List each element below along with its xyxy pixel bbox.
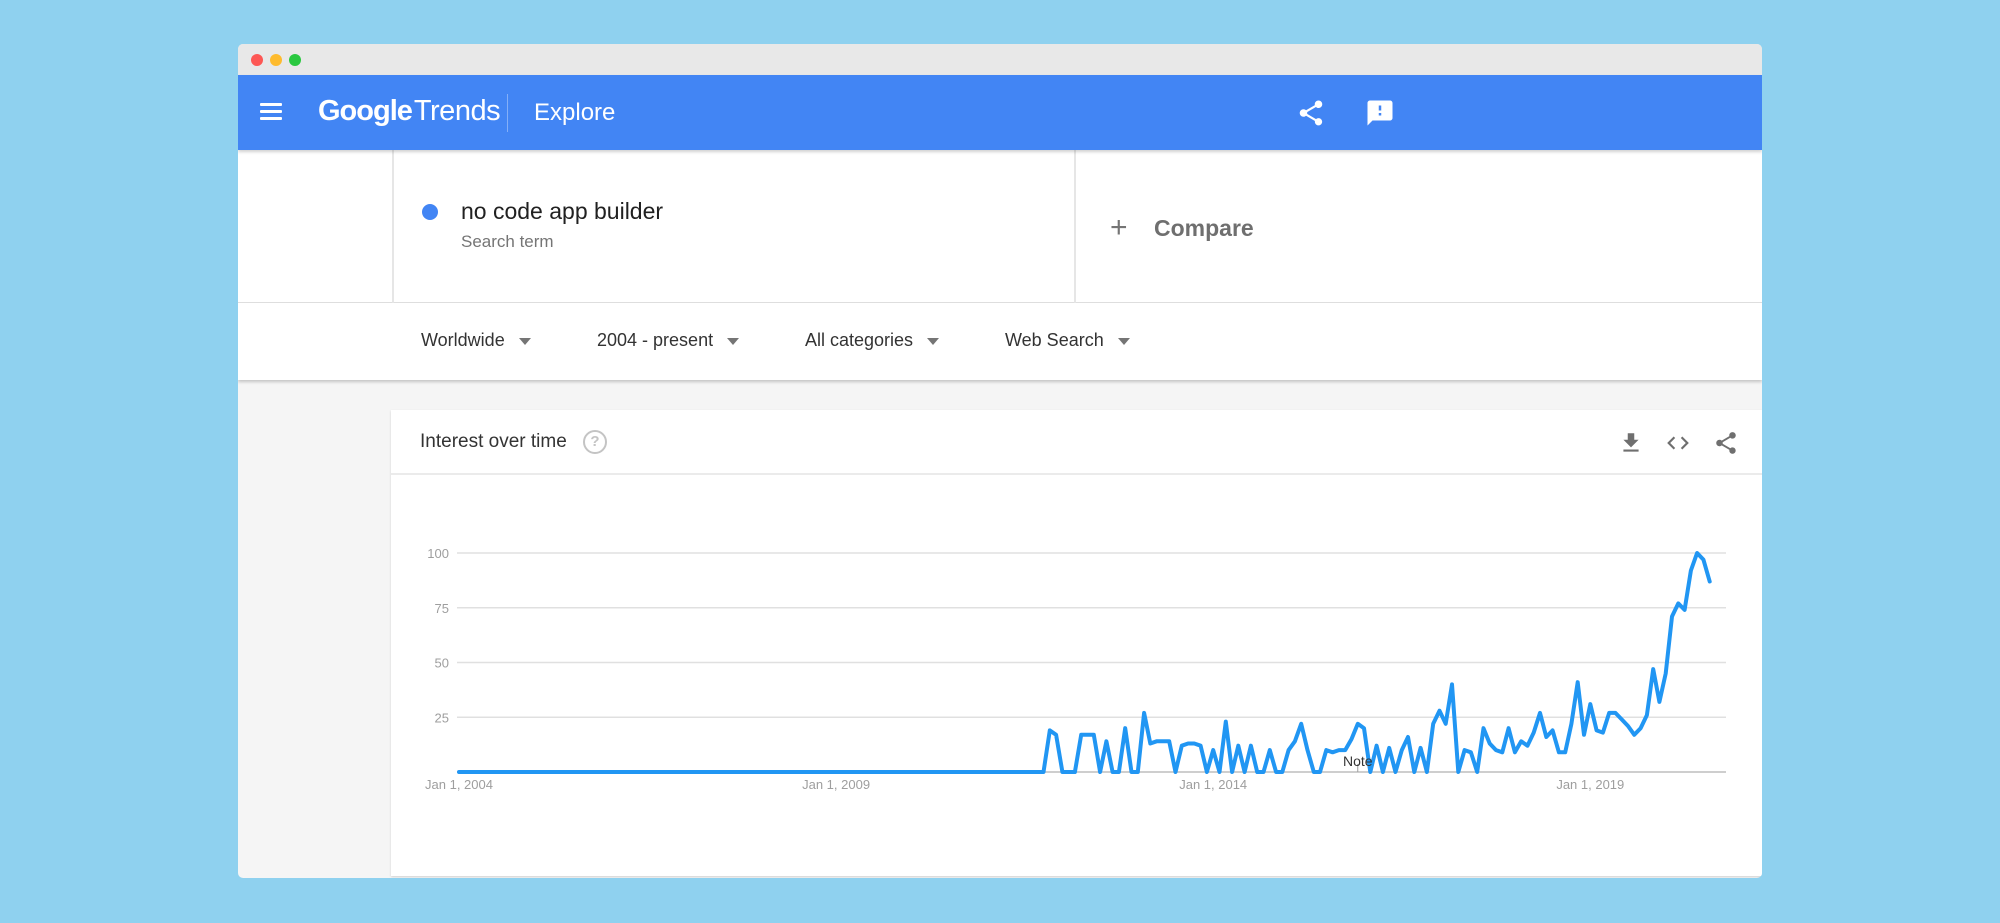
search-terms-row: no code app builder Search term + Compar…	[238, 150, 1762, 303]
filter-region[interactable]: Worldwide	[421, 330, 531, 351]
dropdown-arrow-icon	[518, 337, 531, 345]
browser-window: GoogleTrends Explore no code app builder…	[238, 44, 1762, 878]
logo-google: Google	[318, 95, 413, 127]
header-divider	[507, 94, 508, 132]
compare-label: Compare	[1154, 214, 1254, 241]
filter-category-label: All categories	[805, 330, 914, 350]
dropdown-arrow-icon	[927, 337, 940, 345]
filter-bar: Worldwide 2004 - present All categories …	[238, 303, 1762, 380]
compare-button[interactable]: + Compare	[1110, 208, 1254, 248]
feedback-icon[interactable]	[1365, 98, 1395, 128]
minimize-window-button[interactable]	[270, 54, 282, 66]
window-titlebar	[238, 44, 1762, 75]
share-icon[interactable]	[1713, 430, 1739, 456]
card-title: Interest over time	[420, 431, 567, 452]
plus-icon: +	[1110, 211, 1128, 244]
embed-icon[interactable]	[1665, 430, 1691, 456]
dropdown-arrow-icon	[1117, 337, 1130, 345]
download-icon[interactable]	[1618, 430, 1644, 456]
term-color-dot	[422, 204, 438, 220]
filter-search-type-label: Web Search	[1005, 330, 1104, 350]
google-trends-logo[interactable]: GoogleTrends	[318, 93, 501, 129]
filter-time-range[interactable]: 2004 - present	[597, 330, 740, 351]
page-title: Explore	[534, 99, 616, 126]
logo-trends: Trends	[413, 95, 501, 127]
app-header: GoogleTrends Explore	[238, 75, 1762, 150]
interest-over-time-card: Interest over time ?	[391, 410, 1762, 876]
menu-icon[interactable]	[260, 102, 282, 120]
maximize-window-button[interactable]	[289, 54, 301, 66]
filter-region-label: Worldwide	[421, 330, 505, 350]
close-window-button[interactable]	[251, 54, 263, 66]
help-icon[interactable]: ?	[583, 430, 607, 454]
search-term-type: Search term	[461, 232, 554, 251]
filter-time-label: 2004 - present	[597, 330, 714, 350]
search-term-name[interactable]: no code app builder	[461, 198, 663, 225]
card-header: Interest over time ?	[391, 410, 1762, 475]
filter-category[interactable]: All categories	[805, 330, 940, 351]
filter-search-type[interactable]: Web Search	[1005, 330, 1130, 351]
search-term-card[interactable]: no code app builder Search term	[392, 150, 1076, 303]
share-icon[interactable]	[1296, 98, 1326, 128]
dropdown-arrow-icon	[727, 337, 740, 345]
